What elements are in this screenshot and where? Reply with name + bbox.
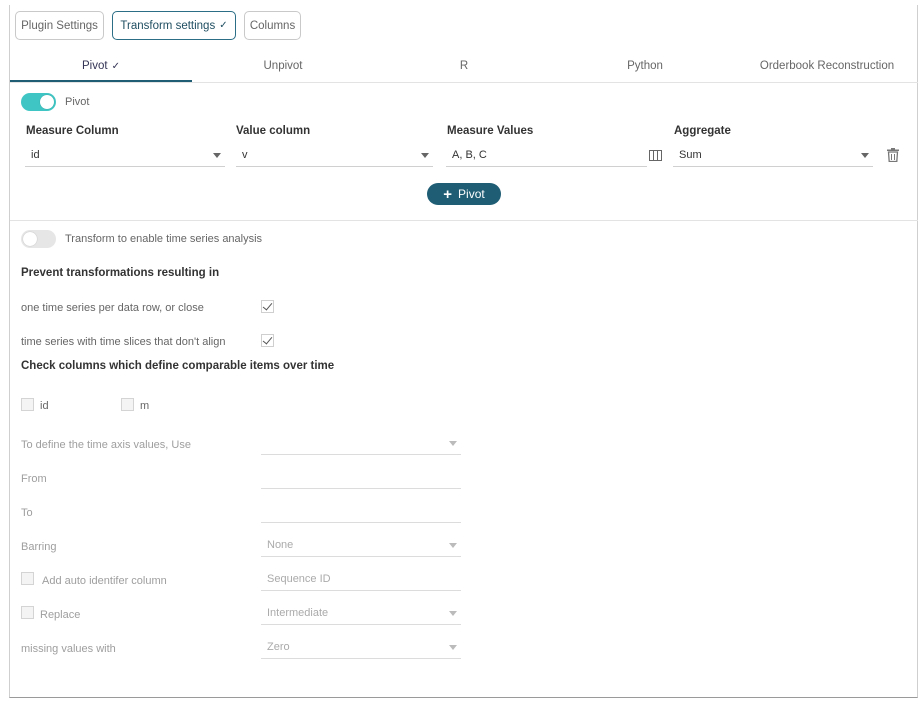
panel-frame bbox=[9, 5, 918, 698]
tab-unpivot[interactable]: Unpivot bbox=[192, 60, 374, 82]
prevent-option-label: time series with time slices that don't … bbox=[21, 336, 226, 348]
value-column-header: Value column bbox=[236, 125, 311, 137]
replace-checkbox[interactable] bbox=[21, 606, 34, 619]
comparable-heading: Check columns which define comparable it… bbox=[21, 360, 335, 372]
tab-orderbook-label: Orderbook Reconstruction bbox=[759, 60, 895, 72]
barring-select[interactable]: None bbox=[261, 534, 461, 557]
auto-id-placeholder: Sequence ID bbox=[267, 573, 331, 585]
plugin-settings-label: Plugin Settings bbox=[21, 19, 98, 32]
value-column-select[interactable]: v bbox=[236, 144, 433, 167]
aggregate-value: Sum bbox=[679, 149, 702, 161]
measure-column-select[interactable]: id bbox=[25, 144, 225, 167]
barring-label: Barring bbox=[21, 541, 57, 553]
chevron-down-icon bbox=[449, 645, 457, 650]
measure-column-header: Measure Column bbox=[26, 125, 119, 137]
measure-values-field[interactable]: A, B, C bbox=[446, 144, 647, 167]
prevent-heading: Prevent transformations resulting in bbox=[21, 267, 220, 279]
replace-value: Intermediate bbox=[267, 607, 329, 619]
prevent-option-checkbox[interactable] bbox=[261, 300, 274, 313]
timeseries-toggle-label: Transform to enable time series analysis bbox=[65, 233, 263, 245]
replace-label: Replace bbox=[40, 609, 81, 621]
columns-icon[interactable] bbox=[649, 150, 662, 161]
add-pivot-label: Pivot bbox=[458, 187, 485, 201]
from-field[interactable] bbox=[261, 466, 461, 489]
toggle-knob bbox=[23, 232, 37, 246]
plus-icon: + bbox=[443, 185, 453, 203]
column-checkbox-m[interactable] bbox=[121, 398, 134, 411]
check-icon: ✓ bbox=[219, 20, 228, 31]
tab-orderbook-reconstruction[interactable]: Orderbook Reconstruction bbox=[736, 60, 918, 82]
aggregate-select[interactable]: Sum bbox=[673, 144, 873, 167]
trash-icon[interactable] bbox=[887, 148, 899, 163]
tab-pivot-label: Pivot bbox=[82, 60, 108, 72]
prevent-option-label: one time series per data row, or close bbox=[21, 302, 204, 314]
columns-icon-graphic bbox=[653, 151, 658, 160]
pivot-toggle-label: Pivot bbox=[65, 96, 90, 108]
section-divider bbox=[10, 220, 918, 221]
tabs-divider bbox=[10, 82, 918, 83]
tab-python-label: Python bbox=[627, 60, 663, 72]
prevent-option-checkbox[interactable] bbox=[261, 334, 274, 347]
measure-values-value: A, B, C bbox=[452, 149, 487, 161]
transform-settings-button[interactable]: Transform settings ✓ bbox=[112, 11, 236, 40]
columns-label: Columns bbox=[249, 19, 296, 32]
aggregate-header: Aggregate bbox=[674, 125, 731, 137]
check-icon: ✓ bbox=[111, 61, 120, 72]
chevron-down-icon bbox=[421, 153, 429, 158]
missing-values-select[interactable]: Zero bbox=[261, 636, 461, 659]
chevron-down-icon bbox=[449, 611, 457, 616]
column-checkbox-id[interactable] bbox=[21, 398, 34, 411]
chevron-down-icon bbox=[449, 441, 457, 446]
replace-select[interactable]: Intermediate bbox=[261, 602, 461, 625]
missing-values-label: missing values with bbox=[21, 643, 116, 655]
plugin-settings-button[interactable]: Plugin Settings bbox=[15, 11, 104, 40]
barring-value: None bbox=[267, 539, 294, 551]
to-label: To bbox=[21, 507, 33, 519]
auto-id-label: Add auto identifer column bbox=[42, 575, 167, 587]
tab-r-label: R bbox=[459, 60, 469, 72]
columns-button[interactable]: Columns bbox=[244, 11, 301, 40]
column-label-id: id bbox=[40, 400, 49, 412]
chevron-down-icon bbox=[861, 153, 869, 158]
value-column-value: v bbox=[242, 149, 248, 161]
tab-unpivot-label: Unpivot bbox=[263, 60, 303, 72]
measure-values-header: Measure Values bbox=[447, 125, 534, 137]
tab-python[interactable]: Python bbox=[554, 60, 736, 82]
missing-values-value: Zero bbox=[267, 641, 290, 653]
chevron-down-icon bbox=[213, 153, 221, 158]
from-label: From bbox=[21, 473, 47, 485]
timeseries-toggle[interactable] bbox=[21, 230, 56, 248]
measure-column-value: id bbox=[31, 149, 40, 161]
trash-icon-graphic bbox=[887, 148, 899, 163]
transform-settings-label: Transform settings bbox=[120, 19, 216, 32]
pivot-toggle[interactable] bbox=[21, 93, 56, 111]
time-axis-label: To define the time axis values, Use bbox=[21, 439, 191, 451]
tab-r[interactable]: R bbox=[374, 60, 554, 82]
add-pivot-button[interactable]: + Pivot bbox=[427, 183, 501, 205]
to-field[interactable] bbox=[261, 500, 461, 523]
auto-id-field[interactable]: Sequence ID bbox=[261, 568, 461, 591]
chevron-down-icon bbox=[449, 543, 457, 548]
toggle-knob bbox=[40, 95, 54, 109]
time-axis-select[interactable] bbox=[261, 432, 461, 455]
auto-id-checkbox[interactable] bbox=[21, 572, 34, 585]
column-label-m: m bbox=[140, 400, 150, 412]
tab-pivot[interactable]: Pivot ✓ bbox=[10, 60, 192, 83]
